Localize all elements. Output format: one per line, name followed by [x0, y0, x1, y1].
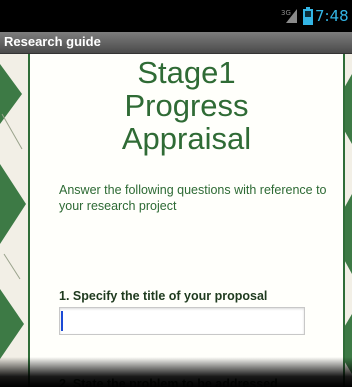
app-screen: 3G 7:48 Research guide Stage1 Progress A…	[0, 0, 352, 387]
question-2-label: 2. State the problem to be addressed	[59, 377, 278, 387]
appraisal-card: Stage1 Progress Appraisal Answer the fol…	[28, 54, 345, 387]
app-title-bar: Research guide	[0, 32, 352, 54]
question-1-label: 1. Specify the title of your proposal	[59, 289, 268, 303]
page-title: Stage1 Progress Appraisal	[30, 56, 343, 155]
status-clock: 7:48	[315, 7, 349, 25]
text-cursor	[61, 311, 63, 331]
content-area[interactable]: Stage1 Progress Appraisal Answer the fol…	[0, 54, 352, 387]
signal-icon	[286, 9, 297, 23]
intro-text: Answer the following questions with refe…	[59, 183, 327, 213]
proposal-title-input[interactable]	[59, 307, 305, 335]
battery-icon	[303, 7, 313, 25]
app-title: Research guide	[4, 34, 101, 49]
title-line: Stage1	[137, 55, 236, 90]
title-line: Appraisal	[121, 121, 252, 156]
title-line: Progress	[124, 88, 249, 123]
status-bar: 3G 7:48	[0, 0, 352, 32]
